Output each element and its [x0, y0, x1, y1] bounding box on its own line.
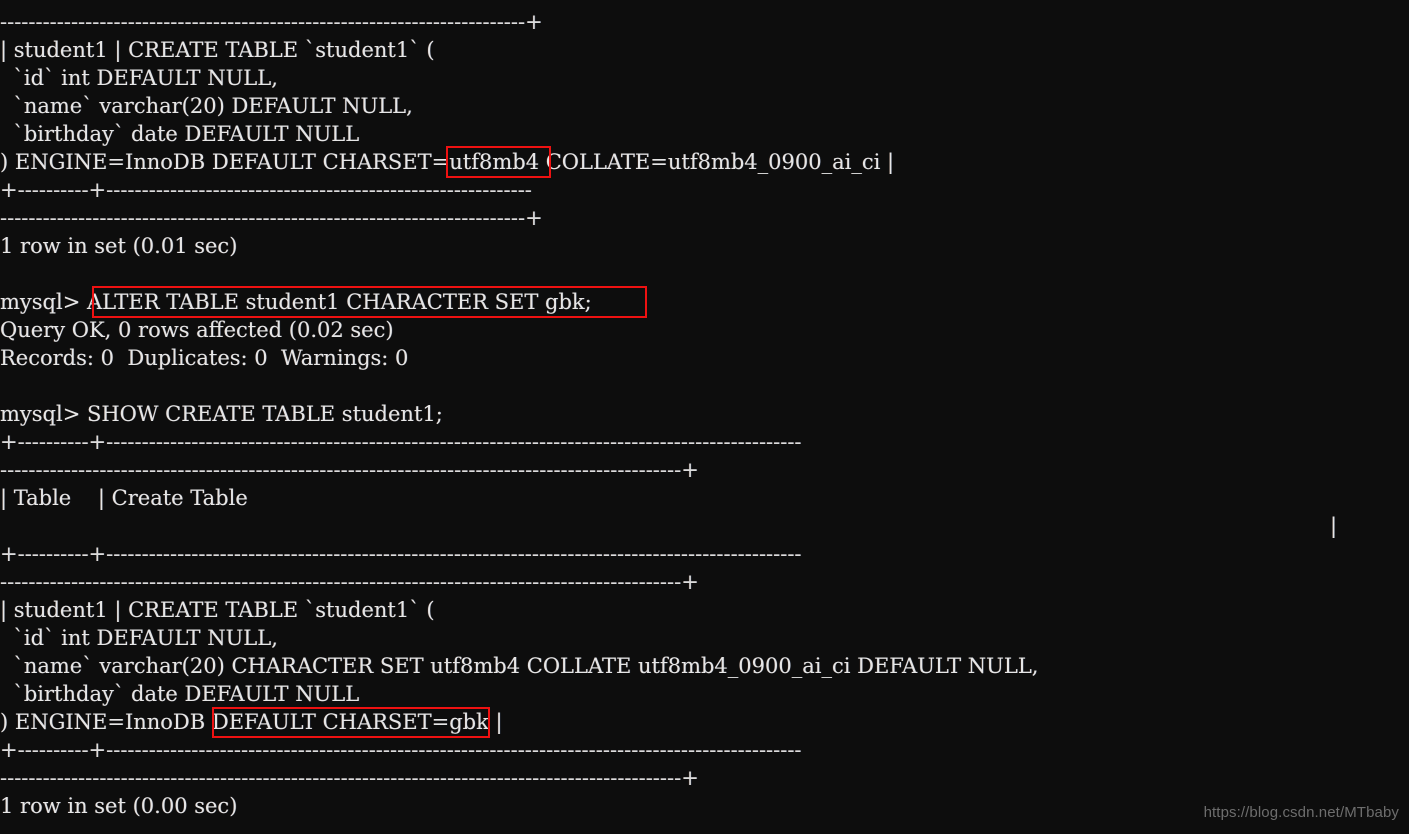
terminal-line: ----------------------------------------… [0, 570, 699, 594]
terminal-line: | Table | Create Table [0, 486, 248, 510]
terminal-line: mysql> SHOW CREATE TABLE student1; [0, 402, 443, 426]
terminal-line: +----------+----------------------------… [0, 542, 802, 566]
terminal-line: | [1330, 514, 1338, 538]
terminal-line: `birthday` date DEFAULT NULL [0, 682, 360, 706]
terminal-line: ----------------------------------------… [0, 766, 699, 790]
terminal-line: +----------+----------------------------… [0, 430, 802, 454]
terminal-line: `name` varchar(20) CHARACTER SET utf8mb4… [0, 654, 1039, 678]
terminal-line: `id` int DEFAULT NULL, [0, 66, 278, 90]
terminal-line: Records: 0 Duplicates: 0 Warnings: 0 [0, 346, 409, 370]
terminal-line: 1 row in set (0.00 sec) [0, 794, 238, 818]
terminal-line: `id` int DEFAULT NULL, [0, 626, 278, 650]
watermark-url: https://blog.csdn.net/MTbaby [1203, 804, 1399, 821]
terminal-line: ----------------------------------------… [0, 206, 543, 230]
terminal-line: | student1 | CREATE TABLE `student1` ( [0, 38, 435, 62]
terminal-line: | student1 | CREATE TABLE `student1` ( [0, 598, 435, 622]
terminal-line: `name` varchar(20) DEFAULT NULL, [0, 94, 413, 118]
terminal-line: ----------------------------------------… [0, 458, 699, 482]
terminal-line: `birthday` date DEFAULT NULL [0, 122, 360, 146]
terminal-window: ----------------------------------------… [0, 0, 1409, 834]
terminal-line: ) ENGINE=InnoDB DEFAULT CHARSET=utf8mb4 … [0, 150, 895, 174]
terminal-line: Query OK, 0 rows affected (0.02 sec) [0, 318, 394, 342]
terminal-line: ----------------------------------------… [0, 10, 543, 34]
terminal-line: ) ENGINE=InnoDB DEFAULT CHARSET=gbk | [0, 710, 503, 734]
terminal-line: mysql> ALTER TABLE student1 CHARACTER SE… [0, 290, 592, 314]
terminal-line: 1 row in set (0.01 sec) [0, 234, 238, 258]
terminal-line: +----------+----------------------------… [0, 178, 532, 202]
terminal-line: +----------+----------------------------… [0, 738, 802, 762]
